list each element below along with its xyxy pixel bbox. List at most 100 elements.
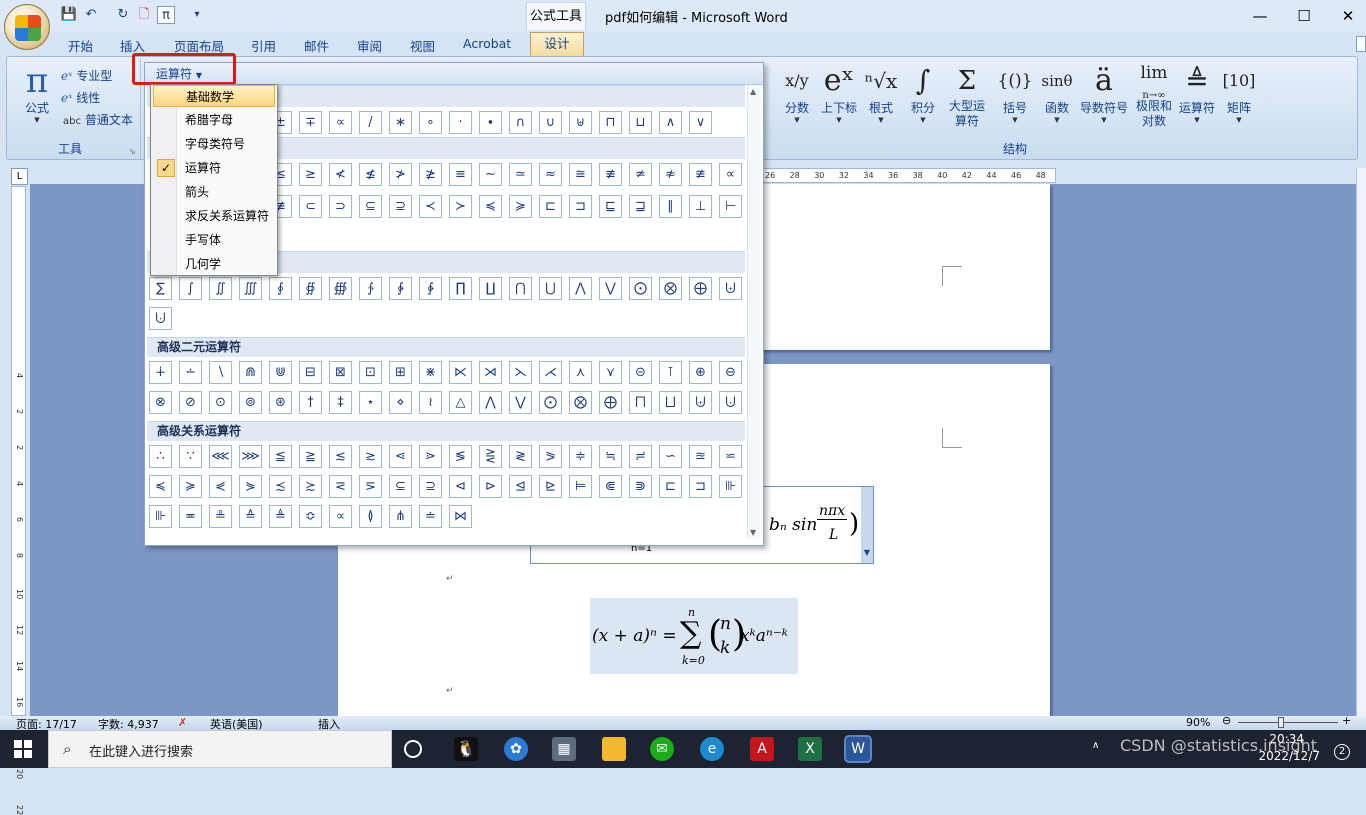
app-flower-icon[interactable]: ✿ [504,737,528,761]
symbol-button[interactable]: ∫ [179,277,202,300]
symbol-button[interactable]: ⊴ [509,475,532,498]
symbol-button[interactable]: ≱ [419,163,442,186]
symbol-button[interactable]: ≯ [389,163,412,186]
symbol-button[interactable]: ‡ [329,391,352,414]
symbol-button[interactable]: ⊛ [269,391,292,414]
symbol-button[interactable]: ∼ [479,163,502,186]
symbol-button[interactable]: ⊒ [629,195,652,218]
symbol-button[interactable]: ∰ [329,277,352,300]
symbol-button[interactable]: ⊂ [299,195,322,218]
limit-log-button[interactable]: lim n→∞ 极限和对数 [1133,63,1175,129]
symbol-button[interactable]: ∪ [539,111,562,134]
maximize-button[interactable]: ☐ [1290,6,1318,26]
symbol-button[interactable]: ⋊ [479,361,502,384]
minimize-button[interactable]: — [1246,6,1274,26]
symbol-button[interactable]: ⨁ [599,391,622,414]
linear-button[interactable]: eˣ 线性 [61,89,100,106]
symbol-button[interactable]: ∝ [329,111,352,134]
equation-options-button[interactable]: ▼ [861,487,873,563]
symbol-button[interactable]: ≬ [359,505,382,528]
symbol-button[interactable]: ≰ [359,163,382,186]
symbol-button[interactable]: ∬ [209,277,232,300]
scroll-up-icon[interactable]: ▲ [750,87,756,96]
symbol-button[interactable]: ⊪ [149,505,172,528]
edge-browser-icon[interactable]: e [700,737,724,761]
symbol-button[interactable]: ≶ [449,445,472,468]
equation-pi-icon[interactable]: π [157,6,175,24]
symbol-button[interactable]: ⊔ [629,111,652,134]
symbol-button[interactable]: ⨃ [149,307,172,330]
symbol-button[interactable]: ∘ [419,111,442,134]
symbol-button[interactable]: ⊇ [389,195,412,218]
symbol-button[interactable]: ∲ [389,277,412,300]
symbol-button[interactable]: ∴ [149,445,172,468]
tab-references[interactable]: 引用 [251,36,276,55]
matrix-button[interactable]: [10] 矩阵 ▼ [1217,63,1261,124]
notification-badge[interactable]: 2 [1334,744,1350,760]
symbol-button[interactable]: ⊎ [569,111,592,134]
symbol-button[interactable]: ⨁ [689,277,712,300]
zoom-thumb[interactable] [1278,717,1284,728]
symbol-button[interactable]: ⋃ [539,277,562,300]
symbol-button[interactable]: ⋗ [419,445,442,468]
symbol-button[interactable]: ⊇ [419,475,442,498]
bracket-button[interactable]: {()} 括号 ▼ [993,63,1037,124]
symbol-button[interactable]: ⨆ [659,391,682,414]
symbol-button[interactable]: ⋆ [359,391,382,414]
symbol-button[interactable]: ∖ [209,361,232,384]
symbol-button[interactable]: ≢ [599,163,622,186]
symbol-button[interactable]: ⋘ [209,445,232,468]
symbol-button[interactable]: ≺ [419,195,442,218]
symbol-button[interactable]: ≼ [149,475,172,498]
symbol-button[interactable]: ⊏ [539,195,562,218]
symbol-button[interactable]: ⊆ [389,475,412,498]
symbol-button[interactable]: ≜ [269,505,292,528]
zoom-out-icon[interactable]: ⊖ [1222,714,1231,727]
menu-item-geometry[interactable]: 几何学 [153,253,275,275]
symbol-button[interactable]: ∭ [239,277,262,300]
symbol-button[interactable]: ≖ [179,505,202,528]
tab-acrobat[interactable]: Acrobat [463,36,511,51]
help-icon[interactable] [1356,36,1366,52]
symbol-button[interactable]: ⋋ [509,361,532,384]
symbol-button[interactable]: ⋂ [509,277,532,300]
menu-item-greek[interactable]: 希腊字母 [153,109,275,131]
symbol-button[interactable]: ∯ [299,277,322,300]
symbol-button[interactable]: ≳ [359,445,382,468]
symbol-button[interactable]: ≮ [329,163,352,186]
symbol-button[interactable]: ⋎ [599,361,622,384]
menu-item-letterlike[interactable]: 字母类符号 [153,133,275,155]
vertical-ruler[interactable]: 42246810121416182022 [11,186,26,815]
symbol-button[interactable]: ⨄ [689,391,712,414]
symbol-button[interactable]: ⪖ [539,445,562,468]
symbol-button[interactable]: † [299,391,322,414]
symbol-button[interactable]: ∱ [359,277,382,300]
symbol-button[interactable]: ∔ [149,361,172,384]
symbol-button[interactable]: ≼ [479,195,502,218]
word-icon[interactable]: W [844,735,872,763]
symbol-button[interactable]: ≅ [569,163,592,186]
symbol-button[interactable]: ⊗ [149,391,172,414]
symbol-button[interactable]: ⊟ [299,361,322,384]
symbol-button[interactable]: ≈ [539,163,562,186]
symbol-button[interactable]: ⋒ [239,361,262,384]
symbol-button[interactable]: ≧ [299,445,322,468]
redo-icon[interactable]: ↻ [114,6,132,24]
tray-chevron-icon[interactable]: ∧ [1092,740,1099,751]
excel-icon[interactable]: X [798,737,822,761]
symbol-button[interactable]: ≒ [599,445,622,468]
menu-item-arrows[interactable]: 箭头 [153,181,275,203]
symbol-button[interactable]: ⊠ [329,361,352,384]
symbol-button[interactable]: ⋀ [479,391,502,414]
tab-design[interactable]: 设计 [530,32,584,56]
symbol-button[interactable]: ⨀ [539,391,562,414]
symbol-button[interactable]: ≊ [689,445,712,468]
dialog-launcher-icon[interactable]: ⬂ [129,147,136,156]
integral-button[interactable]: ∫ 积分 ▼ [901,63,945,124]
symbol-button[interactable]: ≐ [419,505,442,528]
symbol-button[interactable]: ⊆ [359,195,382,218]
symbol-button[interactable]: ∏ [449,277,472,300]
symbol-button[interactable]: ≃ [509,163,532,186]
symbol-button[interactable]: ⋔ [389,505,412,528]
symbol-button[interactable]: ⊖ [719,361,742,384]
